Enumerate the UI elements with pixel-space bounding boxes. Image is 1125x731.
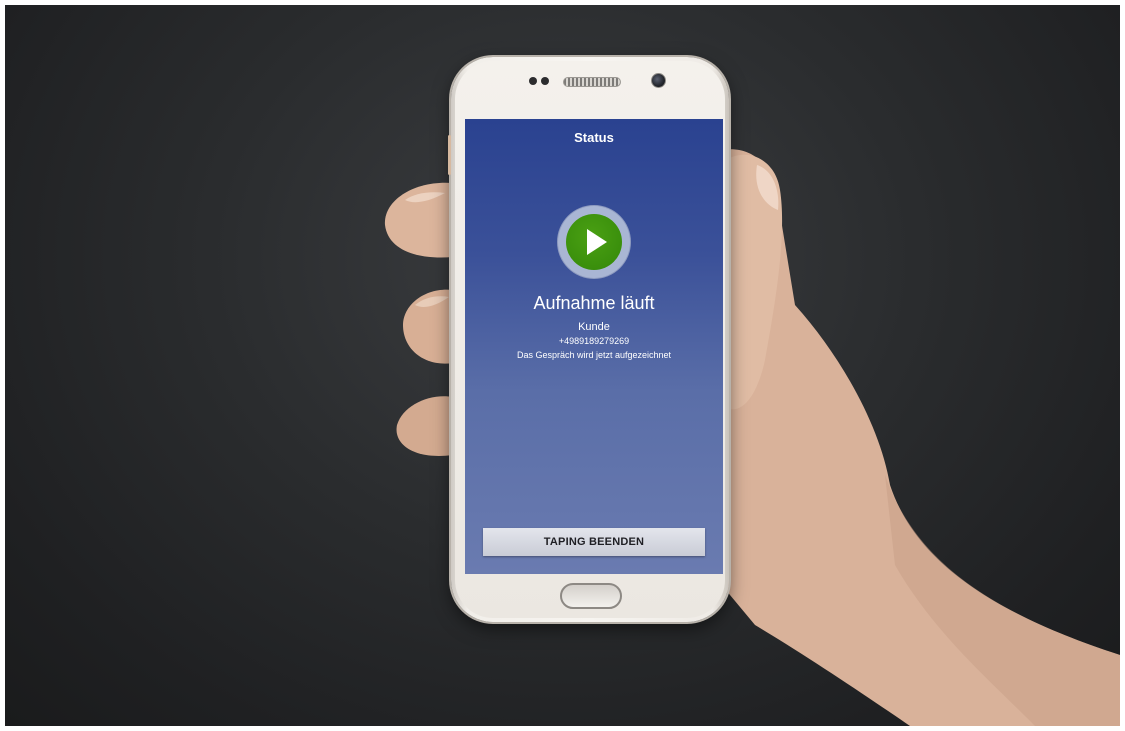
stop-taping-button[interactable]: TAPING BEENDEN: [483, 528, 705, 556]
recording-indicator: [558, 206, 630, 278]
smartphone: Status Aufnahme läuft Kunde +49891892792…: [448, 57, 729, 622]
product-photo: Status Aufnahme läuft Kunde +49891892792…: [5, 5, 1120, 726]
front-camera-icon: [651, 73, 666, 88]
recording-indicator-core: [566, 214, 622, 270]
phone-bezel: Status Aufnahme läuft Kunde +49891892792…: [455, 61, 725, 618]
phone-number: +4989189279269: [558, 336, 630, 346]
proximity-sensor-icon: [529, 77, 537, 85]
recording-note: Das Gespräch wird jetzt aufgezeichnet: [516, 350, 672, 360]
side-key: [448, 135, 451, 175]
light-sensor-icon: [541, 77, 549, 85]
app-screen: Status Aufnahme läuft Kunde +49891892792…: [465, 119, 723, 574]
contact-label: Kunde: [578, 321, 610, 333]
recording-status-heading: Aufnahme läuft: [533, 293, 655, 313]
home-button[interactable]: [560, 583, 622, 609]
screen-title: Status: [574, 130, 614, 145]
play-icon: [587, 229, 607, 255]
speaker-grille-icon: [563, 77, 621, 87]
